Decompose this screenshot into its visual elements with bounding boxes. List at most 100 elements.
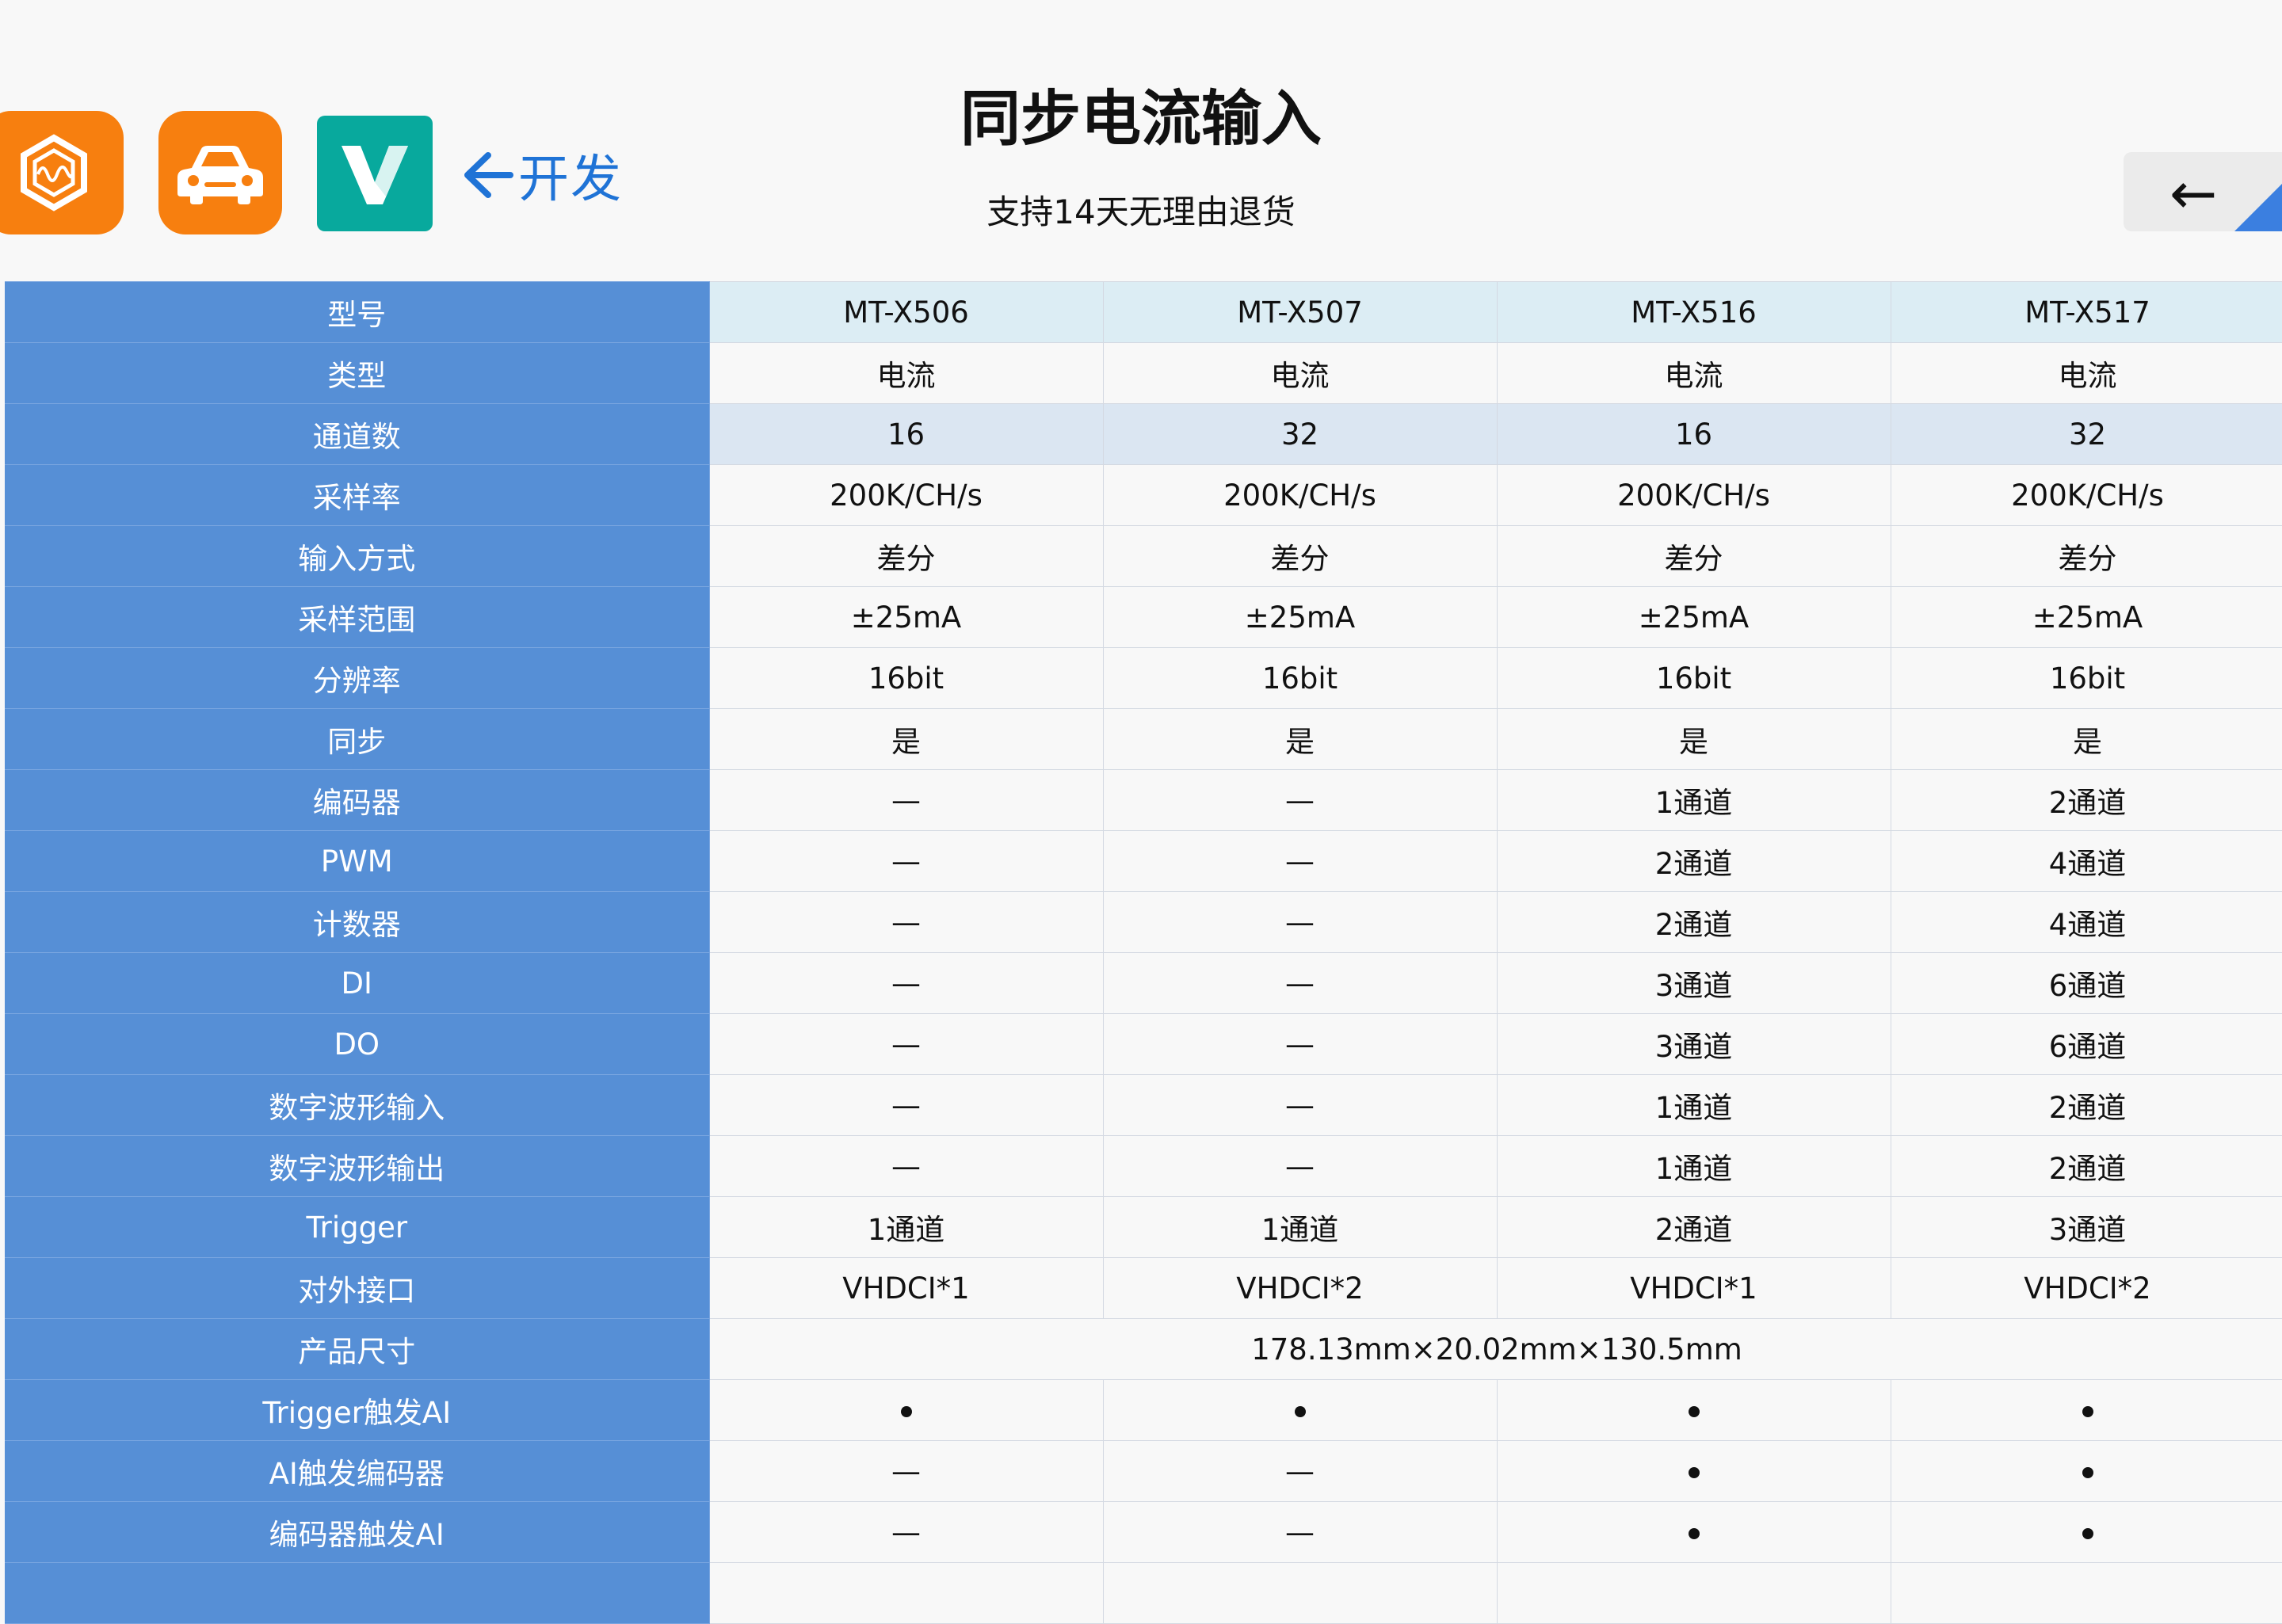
table-row: 类型 电流 电流 电流 电流	[0, 342, 2282, 404]
value-cell: ±25mA	[1102, 586, 1498, 648]
row-label: 数字波形输入	[0, 1074, 710, 1136]
table-row: 编码器触发AI — —	[0, 1501, 2282, 1563]
value-cell: —	[708, 1074, 1104, 1136]
car-app-icon[interactable]	[158, 111, 282, 234]
supported-dot-icon	[900, 1406, 912, 1417]
value-cell: 16	[1496, 403, 1891, 465]
value-cell	[1102, 1562, 1498, 1624]
value-cell: 1通道	[1102, 1196, 1498, 1258]
value-cell: 16bit	[1496, 647, 1891, 709]
row-label: AI触发编码器	[0, 1440, 710, 1502]
value-cell: VHDCI*2	[1102, 1257, 1498, 1319]
waveform-app-icon[interactable]	[0, 111, 124, 234]
table-row: PWM — —2通道 4通道	[0, 830, 2282, 892]
table-row: 计数器 — —2通道 4通道	[0, 891, 2282, 953]
value-cell: —	[1102, 1135, 1498, 1197]
value-cell: 1通道	[1496, 1135, 1891, 1197]
value-cell: 是	[1496, 708, 1891, 770]
table-row: 分辨率 16bit 16bit 16bit 16bit	[0, 647, 2282, 709]
table-row: 采样范围 ±25mA ±25mA ±25mA ±25mA	[0, 586, 2282, 648]
table-row: Trigger 1通道 1通道 2通道 3通道	[0, 1196, 2282, 1258]
supported-dot-icon	[1294, 1406, 1306, 1417]
value-cell: 电流	[708, 342, 1104, 404]
value-cell: —	[1102, 952, 1498, 1014]
row-label: 数字波形输出	[0, 1135, 710, 1197]
row-label: 编码器	[0, 769, 710, 831]
back-arrow-icon: ←	[2169, 160, 2218, 227]
row-label: 型号	[0, 281, 710, 343]
value-cell: VHDCI*1	[708, 1257, 1104, 1319]
value-cell: —	[1102, 1501, 1498, 1563]
value-cell: 电流	[1102, 342, 1498, 404]
value-cell: 2通道	[1496, 1196, 1891, 1258]
value-cell: VHDCI*1	[1496, 1257, 1891, 1319]
dev-back-link[interactable]: 开发	[460, 139, 623, 211]
value-cell: —	[1102, 1440, 1498, 1502]
value-cell: 3通道	[1496, 1013, 1891, 1075]
row-label: 同步	[0, 708, 710, 770]
row-label: Trigger	[0, 1196, 710, 1258]
table-row	[0, 1562, 2282, 1624]
supported-dot-cell	[1496, 1379, 1891, 1441]
row-label: 计数器	[0, 891, 710, 953]
row-label: DI	[0, 952, 710, 1014]
value-cell	[708, 1562, 1104, 1624]
supported-dot-icon	[2082, 1467, 2093, 1478]
value-cell: 是	[708, 708, 1104, 770]
value-cell: —	[708, 769, 1104, 831]
header: 开发 同步电流输入 支持14天无理由退货 ←	[0, 0, 2282, 281]
value-cell: MT-X506	[708, 281, 1104, 343]
row-label: 采样率	[0, 464, 710, 526]
value-cell: 6通道	[1890, 1013, 2282, 1075]
page-title: 同步电流输入	[960, 83, 1322, 154]
table-row: 同步是是是是	[0, 708, 2282, 770]
supported-dot-cell	[1496, 1440, 1891, 1502]
value-cell: —	[708, 1501, 1104, 1563]
value-cell: 2通道	[1496, 830, 1891, 892]
supported-dot-icon	[1688, 1467, 1700, 1478]
row-label: 产品尺寸	[0, 1318, 710, 1380]
value-cell: —	[708, 1135, 1104, 1197]
value-cell: 差分	[708, 525, 1104, 587]
value-cell: 6通道	[1890, 952, 2282, 1014]
value-cell	[1890, 1562, 2282, 1624]
corner-fold-decoration	[2234, 184, 2282, 231]
table-row: AI触发编码器 — —	[0, 1440, 2282, 1502]
value-cell: 32	[1102, 403, 1498, 465]
row-label: 对外接口	[0, 1257, 710, 1319]
supported-dot-cell	[708, 1379, 1104, 1441]
table-row: Trigger触发AI	[0, 1379, 2282, 1441]
spec-comparison-table: 型号 MT-X506 MT-X507 MT-X516 MT-X517 类型 电流 电流 电流 电流…	[0, 281, 2282, 1624]
value-cell: MT-X507	[1102, 281, 1498, 343]
value-cell: 16bit	[708, 647, 1104, 709]
table-row: 型号 MT-X506 MT-X507 MT-X516 MT-X517	[0, 281, 2282, 343]
value-cell: 电流	[1496, 342, 1891, 404]
value-cell: ±25mA	[1890, 586, 2282, 648]
supported-dot-cell	[1102, 1379, 1498, 1441]
table-row: 产品尺寸 178.13mm×20.02mm×130.5mm	[0, 1318, 2282, 1380]
value-cell: ±25mA	[708, 586, 1104, 648]
value-cell: 3通道	[1890, 1196, 2282, 1258]
supported-dot-icon	[1688, 1406, 1700, 1417]
v-logo-app-icon[interactable]	[317, 116, 433, 231]
value-cell: 16bit	[1890, 647, 2282, 709]
car-icon	[177, 146, 263, 204]
supported-dot-cell	[1890, 1501, 2282, 1563]
table-row: 采样率 200K/CH/s 200K/CH/s 200K/CH/s 200K/CH/s	[0, 464, 2282, 526]
value-cell: 1通道	[708, 1196, 1104, 1258]
value-cell: 1通道	[1496, 769, 1891, 831]
value-cell: 电流	[1890, 342, 2282, 404]
page-subtitle: 支持14天无理由退货	[986, 193, 1296, 231]
value-cell: —	[708, 952, 1104, 1014]
value-cell: ±25mA	[1496, 586, 1891, 648]
back-button[interactable]: ←	[2124, 152, 2282, 231]
value-cell: 差分	[1496, 525, 1891, 587]
value-cell: 200K/CH/s	[1496, 464, 1891, 526]
value-cell: 2通道	[1890, 1074, 2282, 1136]
row-label: DO	[0, 1013, 710, 1075]
value-cell: 200K/CH/s	[708, 464, 1104, 526]
value-cell: VHDCI*2	[1890, 1257, 2282, 1319]
row-label: PWM	[0, 830, 710, 892]
supported-dot-cell	[1890, 1379, 2282, 1441]
value-cell	[1496, 1562, 1891, 1624]
